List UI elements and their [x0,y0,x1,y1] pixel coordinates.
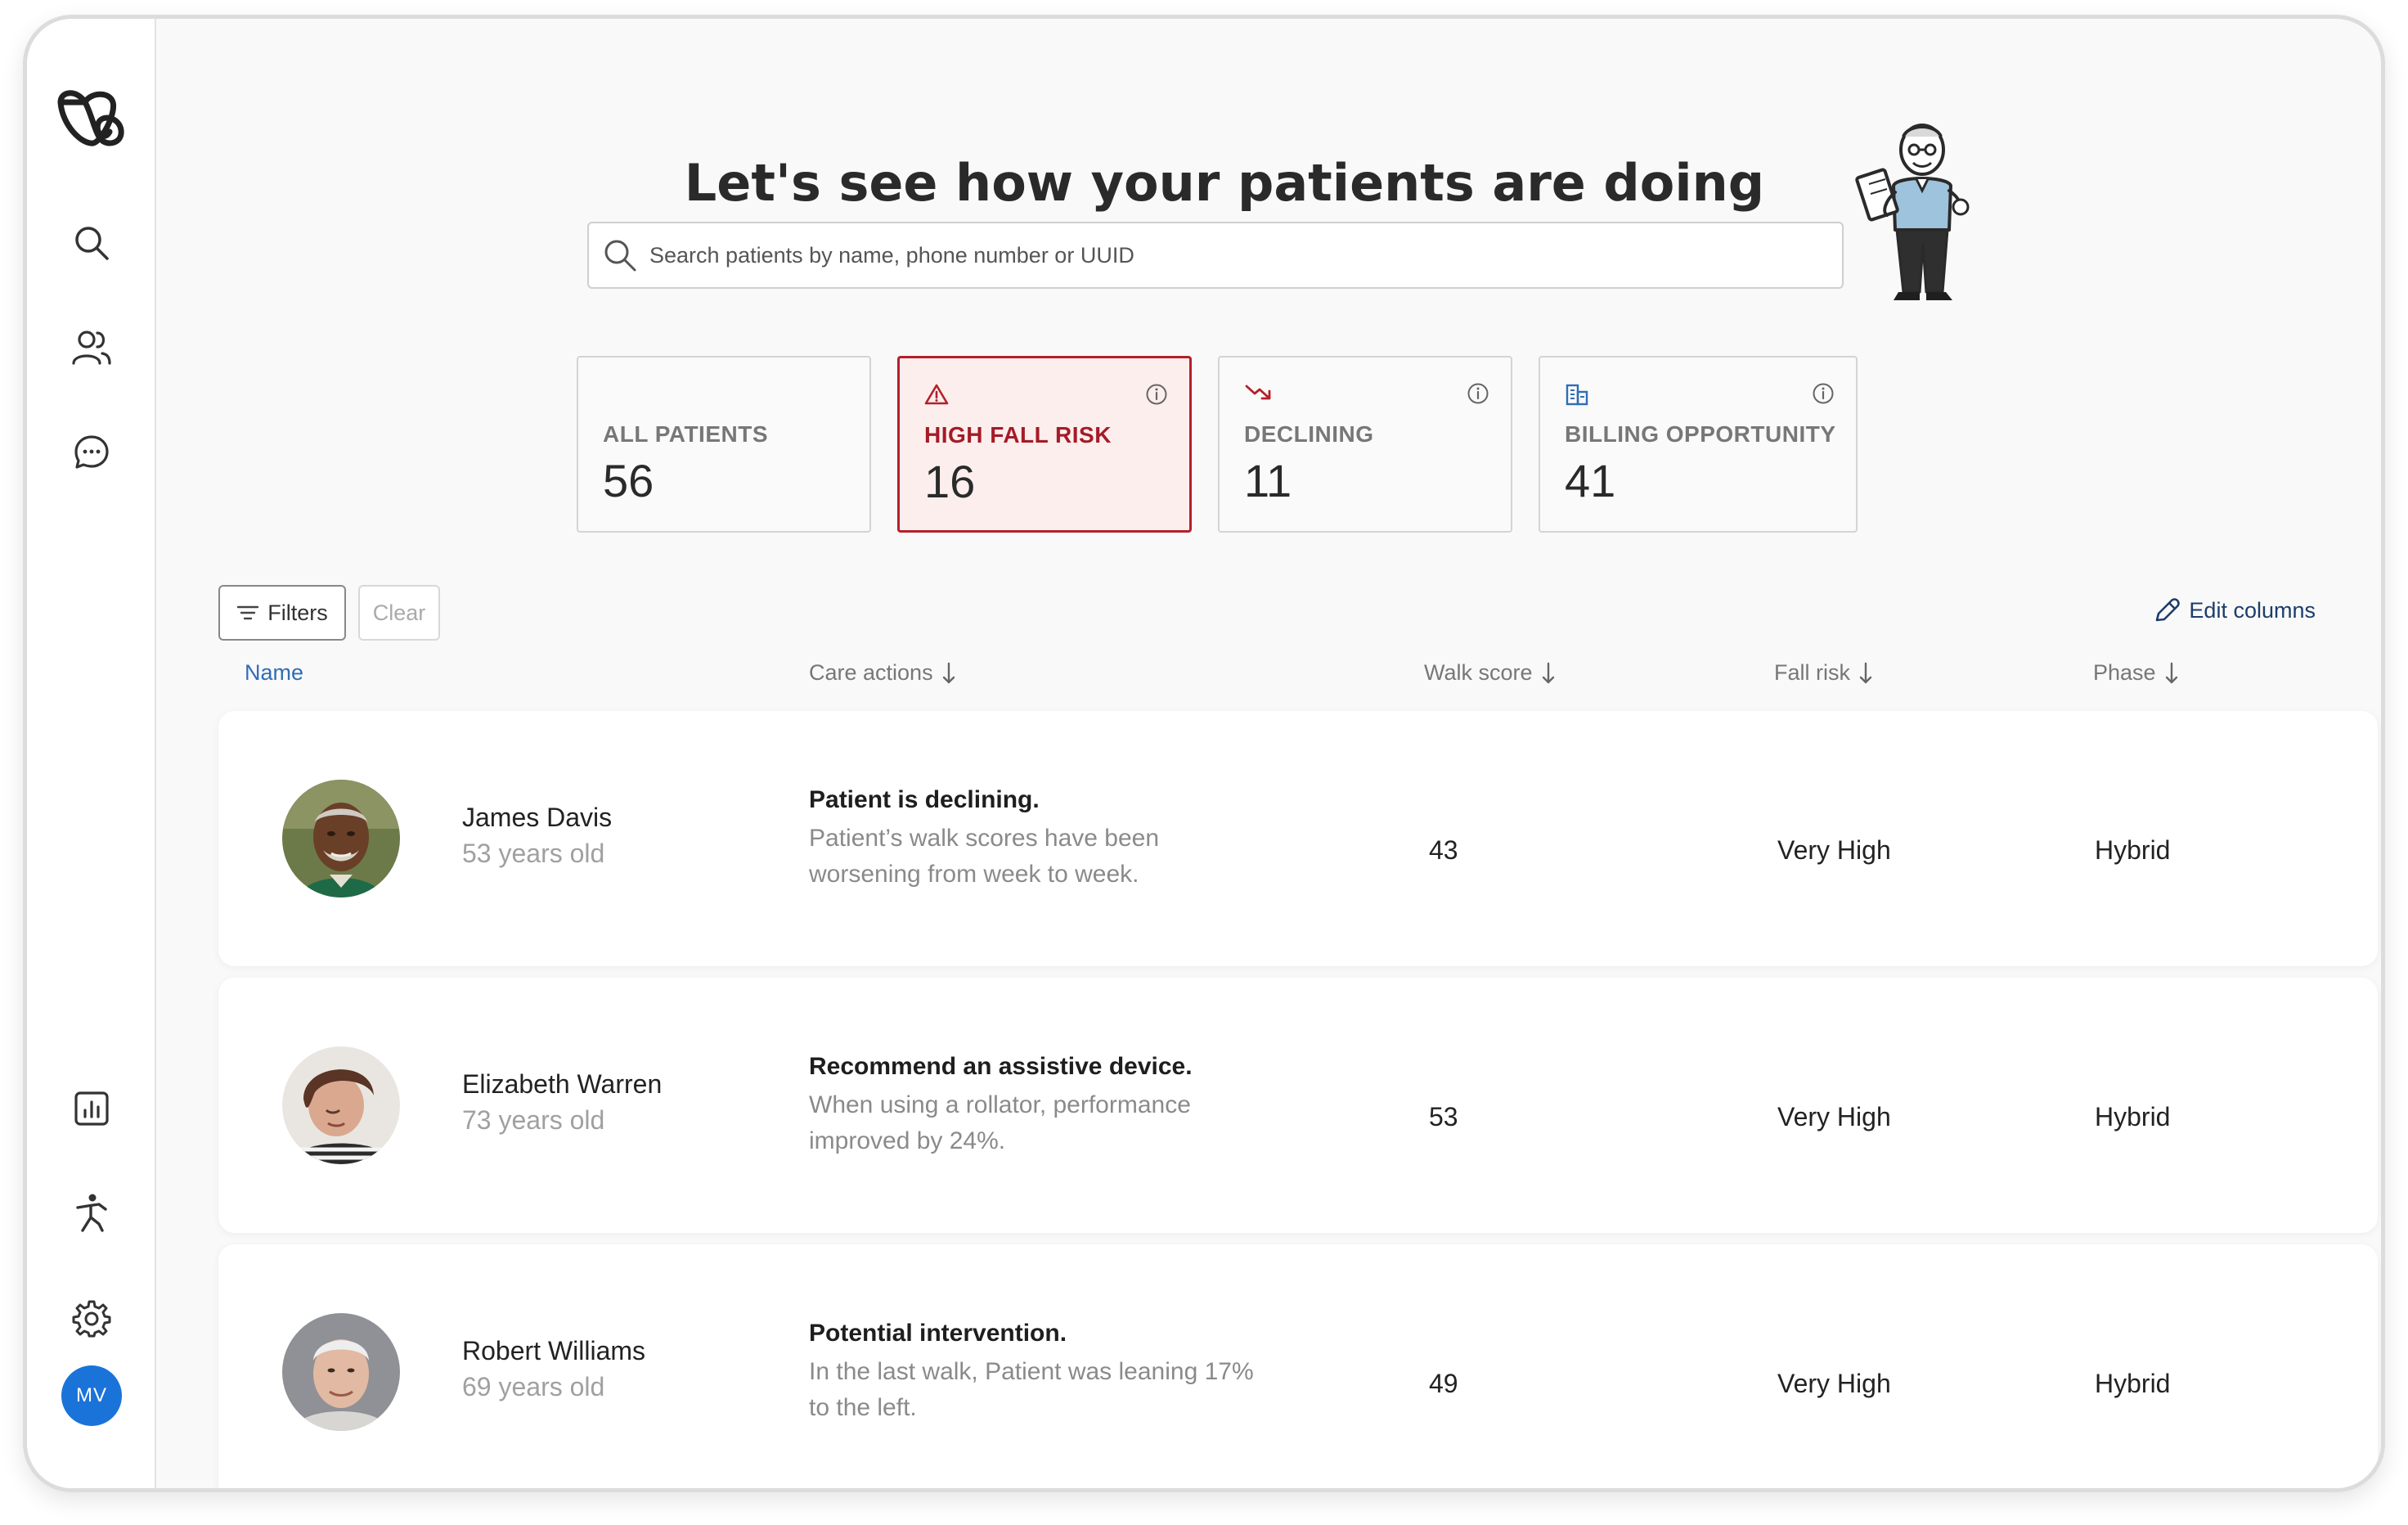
edit-columns-button[interactable]: Edit columns [2153,596,2316,624]
info-icon[interactable] [1467,382,1489,405]
sidebar-item-reports[interactable] [51,1068,133,1149]
fall-risk: Very High [1777,1369,1891,1398]
clear-button[interactable]: Clear [358,585,440,641]
table-row[interactable]: Robert Williams 69 years old Potential i… [218,1244,2378,1488]
fall-risk: Very High [1777,1102,1891,1131]
trend-down-icon [1245,385,1271,400]
patient-age: 53 years old [462,839,605,868]
sidebar: MV [27,19,156,1488]
table-row[interactable]: James Davis 53 years old Patient is decl… [218,711,2378,966]
doctor-illustration [1855,124,1970,300]
sidebar-item-messages[interactable] [51,412,133,493]
sidebar-item-patients[interactable] [51,307,133,389]
sidebar-item-search[interactable] [51,202,133,284]
phase: Hybrid [2095,1102,2171,1131]
search-icon [602,237,638,273]
stat-card-billing-opportunity[interactable]: BILLING OPPORTUNITY 41 [1539,356,1858,533]
column-header-fall-risk[interactable]: Fall risk [1774,660,1873,686]
column-header-label: Care actions [809,660,933,685]
column-header-label: Phase [2093,660,2156,685]
app-window: MV Let's see how your patients are doing [23,15,2385,1492]
patient-name[interactable]: Robert Williams [462,1336,645,1366]
sort-down-icon [942,662,955,683]
stat-value: 56 [603,455,654,506]
stat-value: 11 [1244,455,1292,506]
column-header-walk-score[interactable]: Walk score [1424,660,1556,686]
walk-score: 53 [1429,1102,1458,1131]
patient-age: 69 years old [462,1372,605,1401]
logo-mark-icon [57,90,124,146]
patient-name[interactable]: James Davis [462,803,612,833]
patient-photo [282,1046,400,1164]
filters-button[interactable]: Filters [218,585,346,641]
walk-score: 49 [1429,1369,1458,1398]
gear-icon [72,1300,111,1338]
walking-person-icon [76,1194,107,1232]
stat-label: DECLINING [1244,421,1374,447]
search-input[interactable] [649,242,1827,268]
stat-value: 41 [1565,455,1616,506]
chart-icon [74,1091,109,1126]
warning-icon [924,384,949,405]
care-action-title: Potential intervention. [809,1320,1067,1347]
users-icon [72,331,111,365]
care-action-description: In the last walk, Patient was leaning 17… [809,1358,1254,1421]
care-action-description: When using a rollator, performance impro… [809,1091,1191,1154]
stat-label: ALL PATIENTS [603,421,768,447]
table-row[interactable]: Elizabeth Warren 73 years old Recommend … [218,978,2378,1233]
stat-card-all-patients[interactable]: ALL PATIENTS 56 [577,356,871,533]
fall-risk: Very High [1777,835,1891,865]
building-icon [1566,384,1588,406]
sort-down-icon [1859,662,1872,683]
search-icon [75,227,109,260]
column-header-label: Walk score [1424,660,1533,685]
sort-down-icon [1542,662,1554,683]
phase: Hybrid [2095,835,2171,865]
patient-photo [282,780,400,897]
sidebar-item-settings[interactable] [51,1277,133,1359]
walk-score: 43 [1429,835,1458,865]
info-icon[interactable] [1145,383,1168,406]
care-action-description: Patient’s walk scores have been worsenin… [809,825,1160,888]
patient-name[interactable]: Elizabeth Warren [462,1069,662,1100]
edit-columns-label: Edit columns [2189,597,2316,623]
column-header-label: Name [245,660,304,685]
user-avatar[interactable]: MV [61,1365,122,1426]
column-header-label: Fall risk [1774,660,1850,685]
pencil-icon [2156,598,2181,622]
chat-icon [74,435,109,469]
column-header-phase[interactable]: Phase [2093,660,2179,686]
sort-down-icon [2165,662,2177,683]
info-icon[interactable] [1812,382,1835,405]
care-action-title: Patient is declining. [809,786,1040,813]
column-header-care-actions[interactable]: Care actions [809,660,956,686]
column-header-name[interactable]: Name [245,660,303,686]
stat-card-declining[interactable]: DECLINING 11 [1218,356,1512,533]
care-action-title: Recommend an assistive device. [809,1053,1193,1080]
search-bar[interactable] [587,222,1844,289]
stat-label: HIGH FALL RISK [924,422,1112,448]
app-logo[interactable] [51,76,133,158]
stat-label: BILLING OPPORTUNITY [1565,421,1836,447]
main-content: Let's see how your patients are doing Se… [158,19,2381,1488]
stat-card-high-fall-risk[interactable]: HIGH FALL RISK 16 [897,356,1192,533]
filters-label: Filters [267,600,328,625]
sidebar-item-activity[interactable] [51,1172,133,1254]
patient-age: 73 years old [462,1105,605,1135]
patient-photo [282,1313,400,1431]
stat-value: 16 [924,456,976,507]
phase: Hybrid [2095,1369,2171,1398]
filter-icon [237,605,259,620]
